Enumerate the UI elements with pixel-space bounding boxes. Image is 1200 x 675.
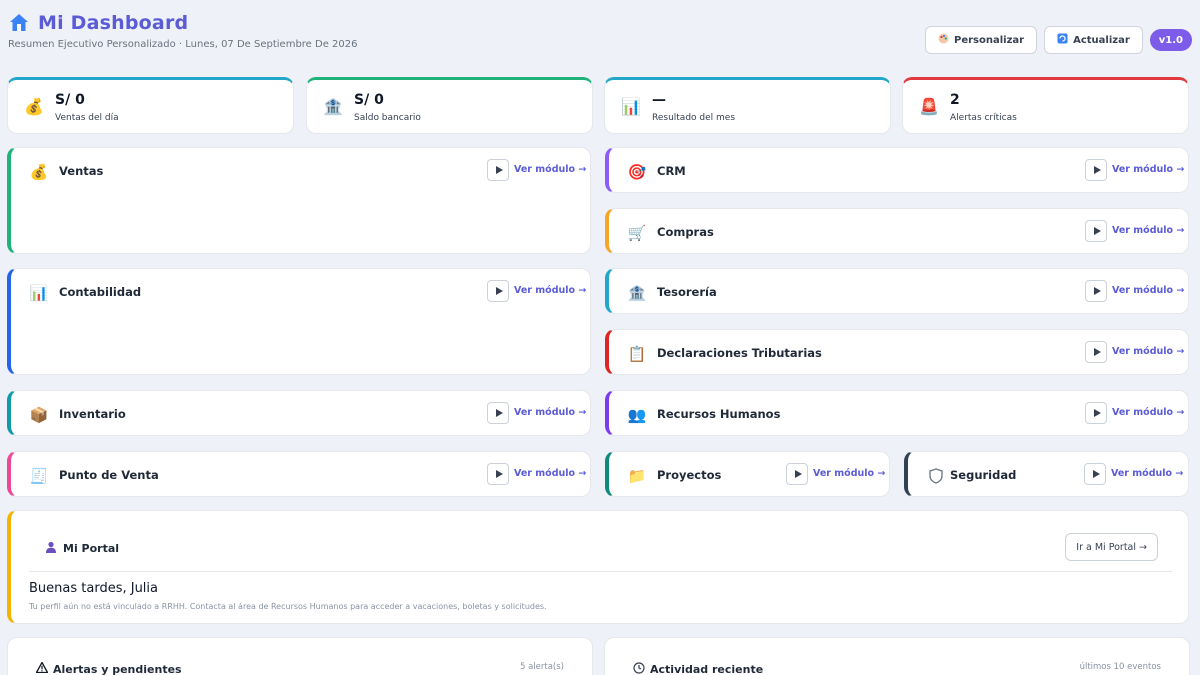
people-icon: 👥 — [627, 406, 647, 424]
activity-title: Actividad reciente — [633, 662, 763, 675]
play-button[interactable] — [487, 402, 509, 424]
header: Mi Dashboard Resumen Ejecutivo Personali… — [8, 12, 1192, 56]
siren-icon: 🚨 — [919, 97, 939, 116]
ver-modulo-link[interactable]: Ver módulo → — [514, 468, 586, 479]
kpi-value: S/ 0 — [55, 92, 85, 108]
ver-modulo-link[interactable]: Ver módulo → — [1111, 468, 1183, 479]
warning-icon — [35, 661, 49, 675]
folder-icon: 📁 — [627, 467, 647, 485]
bank-icon: 🏦 — [323, 97, 343, 116]
module-declaraciones-tributarias: 📋 Declaraciones Tributarias Ver módulo → — [605, 329, 1189, 375]
module-inventario: 📦 Inventario Ver módulo → — [7, 390, 591, 436]
module-title: Proyectos — [657, 468, 722, 482]
module-ventas: 💰 Ventas Ver módulo → — [7, 147, 591, 254]
play-button[interactable] — [1085, 341, 1107, 363]
refresh-icon — [1057, 33, 1068, 47]
play-button[interactable] — [1085, 402, 1107, 424]
module-title: Contabilidad — [59, 285, 142, 299]
play-button[interactable] — [1084, 463, 1106, 485]
play-button[interactable] — [1085, 280, 1107, 302]
personalizar-label: Personalizar — [954, 34, 1025, 46]
actualizar-label: Actualizar — [1073, 34, 1130, 46]
kpi-value: — — [652, 92, 666, 108]
ver-modulo-link[interactable]: Ver módulo → — [1112, 164, 1184, 175]
module-title: Tesorería — [657, 285, 717, 299]
ver-modulo-link[interactable]: Ver módulo → — [1112, 346, 1184, 357]
module-seguridad: Seguridad Ver módulo → — [904, 451, 1189, 497]
play-button[interactable] — [1085, 159, 1107, 181]
ver-modulo-link[interactable]: Ver módulo → — [813, 468, 885, 479]
package-icon: 📦 — [29, 406, 49, 424]
module-compras: 🛒 Compras Ver módulo → — [605, 208, 1189, 254]
target-icon: 🎯 — [627, 163, 647, 181]
module-title: Recursos Humanos — [657, 407, 781, 421]
module-punto-de-venta: 🧾 Punto de Venta Ver módulo → — [7, 451, 591, 497]
play-button[interactable] — [786, 463, 808, 485]
kpi-label: Ventas del día — [55, 113, 119, 123]
receipt-icon: 🧾 — [29, 467, 49, 485]
money-bag-icon: 💰 — [24, 97, 44, 116]
bank-icon: 🏦 — [627, 284, 647, 302]
portal-title: Mi Portal — [45, 541, 119, 556]
alerts-panel: Alertas y pendientes 5 alerta(s) — [7, 637, 593, 675]
module-title: Punto de Venta — [59, 468, 159, 482]
kpi-resultado-mes[interactable]: 📊 — Resultado del mes — [604, 77, 891, 134]
play-button[interactable] — [1085, 220, 1107, 242]
module-title: Ventas — [59, 164, 104, 178]
play-button[interactable] — [487, 463, 509, 485]
palette-icon — [938, 33, 949, 47]
page-title: Mi Dashboard — [38, 12, 189, 34]
activity-panel: Actividad reciente últimos 10 eventos — [604, 637, 1190, 675]
module-recursos-humanos: 👥 Recursos Humanos Ver módulo → — [605, 390, 1189, 436]
ver-modulo-link[interactable]: Ver módulo → — [1112, 285, 1184, 296]
kpi-saldo-bancario[interactable]: 🏦 S/ 0 Saldo bancario — [306, 77, 593, 134]
ver-modulo-link[interactable]: Ver módulo → — [1112, 407, 1184, 418]
module-title: CRM — [657, 164, 686, 178]
mi-portal-card: Mi Portal Ir a Mi Portal → Buenas tardes… — [7, 510, 1189, 624]
activity-title-text: Actividad reciente — [650, 663, 764, 675]
bar-chart-icon: 📊 — [621, 97, 641, 116]
module-contabilidad: 📊 Contabilidad Ver módulo → — [7, 268, 591, 375]
activity-meta: últimos 10 eventos — [1079, 662, 1161, 672]
kpi-value: S/ 0 — [354, 92, 384, 108]
kpi-label: Alertas críticas — [950, 113, 1017, 123]
greeting: Buenas tardes, Julia — [29, 581, 158, 596]
personalizar-button[interactable]: Personalizar — [925, 26, 1038, 54]
alerts-count: 5 alerta(s) — [519, 662, 564, 672]
module-title: Declaraciones Tributarias — [657, 346, 822, 360]
home-icon — [8, 12, 30, 34]
divider — [29, 571, 1172, 572]
kpi-label: Resultado del mes — [652, 113, 736, 123]
module-title: Inventario — [59, 407, 126, 421]
ver-modulo-link[interactable]: Ver módulo → — [514, 285, 586, 296]
ver-modulo-link[interactable]: Ver módulo → — [514, 164, 586, 175]
money-bag-icon: 💰 — [29, 163, 49, 181]
kpi-ventas-dia[interactable]: 💰 S/ 0 Ventas del día — [7, 77, 294, 134]
module-crm: 🎯 CRM Ver módulo → — [605, 147, 1189, 193]
play-button[interactable] — [487, 280, 509, 302]
ir-a-mi-portal-button[interactable]: Ir a Mi Portal → — [1065, 533, 1158, 561]
bar-chart-icon: 📊 — [29, 284, 49, 302]
module-tesoreria: 🏦 Tesorería Ver módulo → — [605, 268, 1189, 314]
version-badge: v1.0 — [1149, 29, 1192, 51]
cart-icon: 🛒 — [627, 224, 647, 242]
portal-title-text: Mi Portal — [63, 542, 120, 555]
actualizar-button[interactable]: Actualizar — [1044, 26, 1143, 54]
play-button[interactable] — [487, 159, 509, 181]
kpi-label: Saldo bancario — [354, 113, 421, 123]
module-title: Compras — [657, 225, 714, 239]
clipboard-icon: 📋 — [627, 345, 647, 363]
module-title: Seguridad — [950, 468, 1017, 482]
alerts-title: Alertas y pendientes — [35, 661, 182, 675]
ver-modulo-link[interactable]: Ver módulo → — [1112, 225, 1184, 236]
ver-modulo-link[interactable]: Ver módulo → — [514, 407, 586, 418]
portal-message: Tu perfil aún no está vinculado a RRHH. … — [29, 602, 547, 611]
person-icon — [45, 541, 57, 556]
clock-icon — [633, 662, 645, 675]
shield-icon — [926, 466, 946, 486]
kpi-alertas-criticas[interactable]: 🚨 2 Alertas críticas — [902, 77, 1189, 134]
kpi-value: 2 — [950, 92, 960, 108]
module-proyectos: 📁 Proyectos Ver módulo → — [605, 451, 890, 497]
alerts-title-text: Alertas y pendientes — [53, 662, 182, 675]
